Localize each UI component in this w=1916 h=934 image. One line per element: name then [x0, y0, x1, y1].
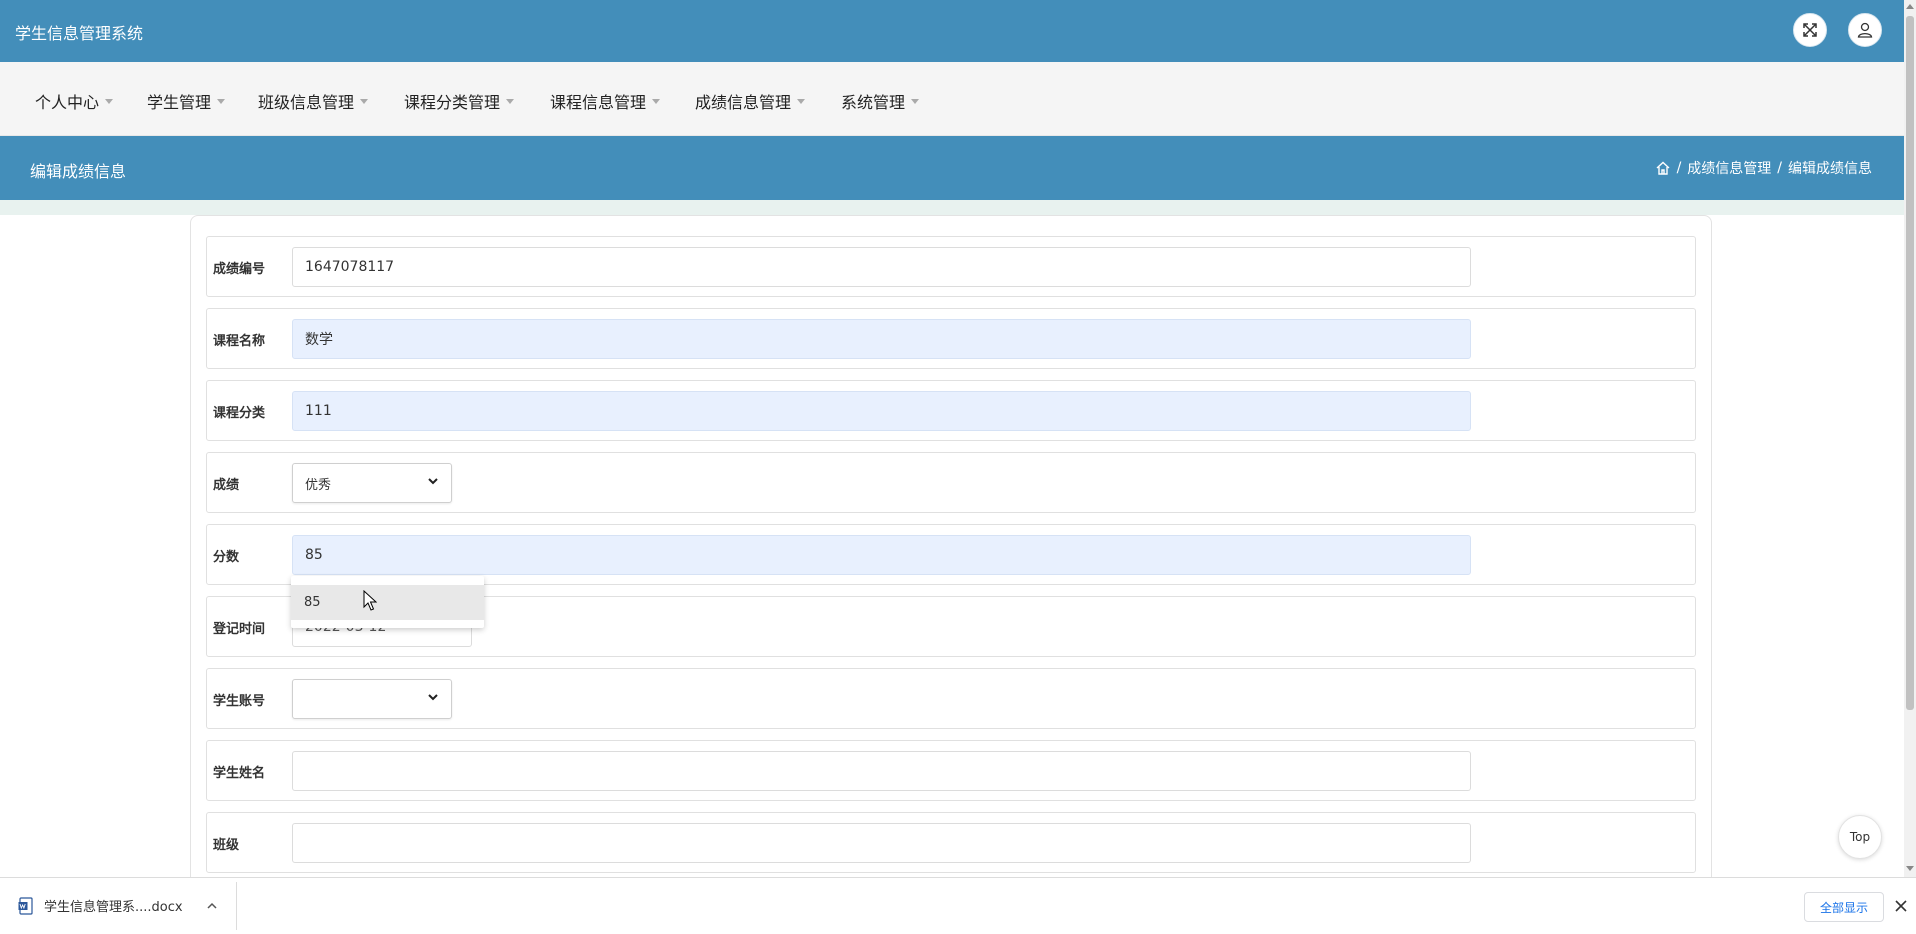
fullscreen-icon [1803, 23, 1817, 37]
grade-label: 成绩 [213, 478, 240, 493]
user-icon [1857, 22, 1873, 38]
student-account-select[interactable] [292, 679, 452, 719]
student-name-label: 学生姓名 [213, 766, 266, 781]
main-nav: 个人中心 学生管理 班级信息管理 课程分类管理 课程信息管理 成绩信息管理 系统… [0, 62, 1904, 136]
nav-item-personal-center[interactable]: 个人中心 [35, 89, 114, 113]
close-icon[interactable] [1894, 899, 1908, 913]
mouse-cursor-icon [363, 590, 377, 611]
scroll-up-icon[interactable] [1906, 4, 1914, 9]
autocomplete-dropdown: 85 [291, 576, 484, 628]
breadcrumb-current: 编辑成绩信息 [1788, 161, 1872, 177]
scroll-thumb[interactable] [1906, 16, 1914, 710]
grade-select[interactable]: 优秀 [292, 463, 452, 503]
page-scrollbar[interactable] [1904, 0, 1916, 877]
download-filename: 学生信息管理系....docx [44, 900, 183, 915]
nav-item-class-management[interactable]: 班级信息管理 [258, 89, 369, 113]
nav-item-student-management[interactable]: 学生管理 [147, 89, 226, 113]
score-id-label: 成绩编号 [213, 262, 266, 277]
page-title: 编辑成绩信息 [30, 162, 127, 181]
register-time-label: 登记时间 [213, 622, 266, 637]
breadcrumb-separator: / [1777, 160, 1782, 176]
chevron-up-icon[interactable] [205, 899, 219, 913]
caret-down-icon [797, 98, 806, 104]
autocomplete-option[interactable]: 85 [291, 585, 484, 620]
score-id-input[interactable]: 1647078117 [292, 247, 1471, 287]
download-bar: 学生信息管理系....docx 全部显示 [0, 877, 1916, 934]
app-title: 学生信息管理系统 [15, 24, 144, 43]
show-all-downloads-button[interactable]: 全部显示 [1804, 892, 1884, 922]
content-band [0, 200, 1904, 215]
breadcrumb-score-management[interactable]: 成绩信息管理 [1687, 158, 1771, 178]
fullscreen-button[interactable] [1793, 13, 1827, 47]
nav-item-score-info-management[interactable]: 成绩信息管理 [695, 89, 806, 113]
nav-item-course-category-management[interactable]: 课程分类管理 [404, 89, 515, 113]
form-row-student-account: 学生账号 [206, 668, 1696, 729]
caret-down-icon [652, 98, 661, 104]
nav-item-system-management[interactable]: 系统管理 [841, 89, 920, 113]
back-to-top-button[interactable]: Top [1838, 815, 1882, 859]
caret-down-icon [506, 98, 515, 104]
caret-down-icon [360, 98, 369, 104]
user-button[interactable] [1848, 13, 1882, 47]
form-row-course-category: 课程分类 111 [206, 380, 1696, 441]
home-icon[interactable] [1655, 160, 1671, 176]
score-input[interactable]: 85 [292, 535, 1471, 575]
caret-down-icon [217, 98, 226, 104]
student-account-label: 学生账号 [213, 694, 266, 709]
form-row-grade: 成绩 优秀 [206, 452, 1696, 513]
score-label: 分数 [213, 550, 240, 565]
form-row-class: 班级 [206, 812, 1696, 873]
form-row-student-name: 学生姓名 [206, 740, 1696, 801]
caret-down-icon [105, 98, 114, 104]
chevron-down-icon [427, 691, 439, 707]
student-name-input[interactable] [292, 751, 1471, 791]
nav-item-course-info-management[interactable]: 课程信息管理 [550, 89, 661, 113]
class-input[interactable] [292, 823, 1471, 863]
download-item[interactable]: 学生信息管理系....docx [18, 896, 183, 915]
form-row-score-id: 成绩编号 1647078117 [206, 236, 1696, 297]
caret-down-icon [911, 98, 920, 104]
breadcrumb-separator: / [1676, 160, 1682, 176]
course-name-input[interactable]: 数学 [292, 319, 1471, 359]
course-category-input[interactable]: 111 [292, 391, 1471, 431]
scroll-down-icon[interactable] [1906, 866, 1914, 871]
chevron-down-icon [427, 475, 439, 491]
course-category-label: 课程分类 [213, 406, 266, 421]
form-row-course-name: 课程名称 数学 [206, 308, 1696, 369]
word-document-icon [18, 896, 33, 915]
course-name-label: 课程名称 [213, 334, 266, 349]
divider [236, 882, 237, 930]
page-title-bar: 编辑成绩信息 / 成绩信息管理 / 编辑成绩信息 [0, 136, 1904, 200]
class-label: 班级 [213, 838, 240, 853]
grade-selected-value: 优秀 [305, 477, 332, 493]
top-header: 学生信息管理系统 [0, 0, 1904, 62]
breadcrumb: / 成绩信息管理 / 编辑成绩信息 [1655, 158, 1872, 178]
